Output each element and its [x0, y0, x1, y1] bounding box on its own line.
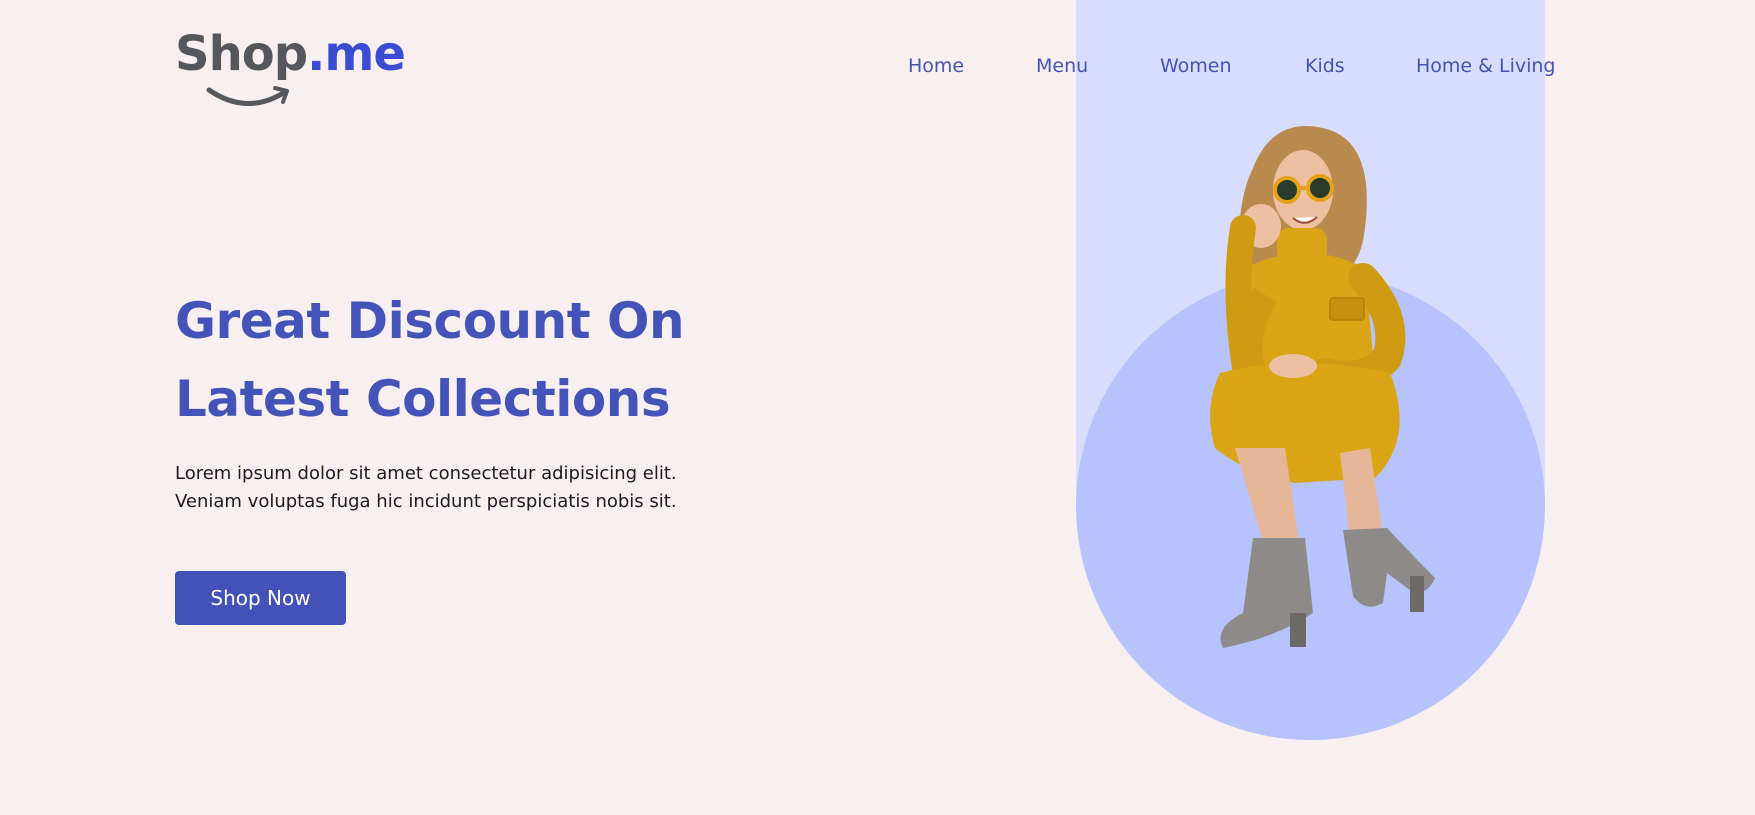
- hero-headline: Great Discount On Latest Collections: [175, 292, 685, 428]
- nav-link-kids[interactable]: Kids: [1305, 55, 1345, 77]
- nav-link-home-living[interactable]: Home & Living: [1416, 55, 1556, 77]
- nav-link-menu[interactable]: Menu: [1036, 55, 1088, 77]
- smile-arrow-icon: [206, 86, 289, 106]
- hero-model-image: [1210, 125, 1435, 648]
- nav-link-home[interactable]: Home: [908, 55, 964, 77]
- hero-description: Lorem ipsum dolor sit amet consectetur a…: [175, 460, 735, 516]
- hero-description-line-1: Lorem ipsum dolor sit amet consectetur a…: [175, 463, 677, 484]
- hero-description-line-2: Veniam voluptas fuga hic incidunt perspi…: [175, 491, 677, 512]
- main-nav: Home Menu Women Kids Home & Living: [0, 55, 1755, 81]
- nav-link-women[interactable]: Women: [1160, 55, 1232, 77]
- shop-now-button[interactable]: Shop Now: [175, 571, 346, 625]
